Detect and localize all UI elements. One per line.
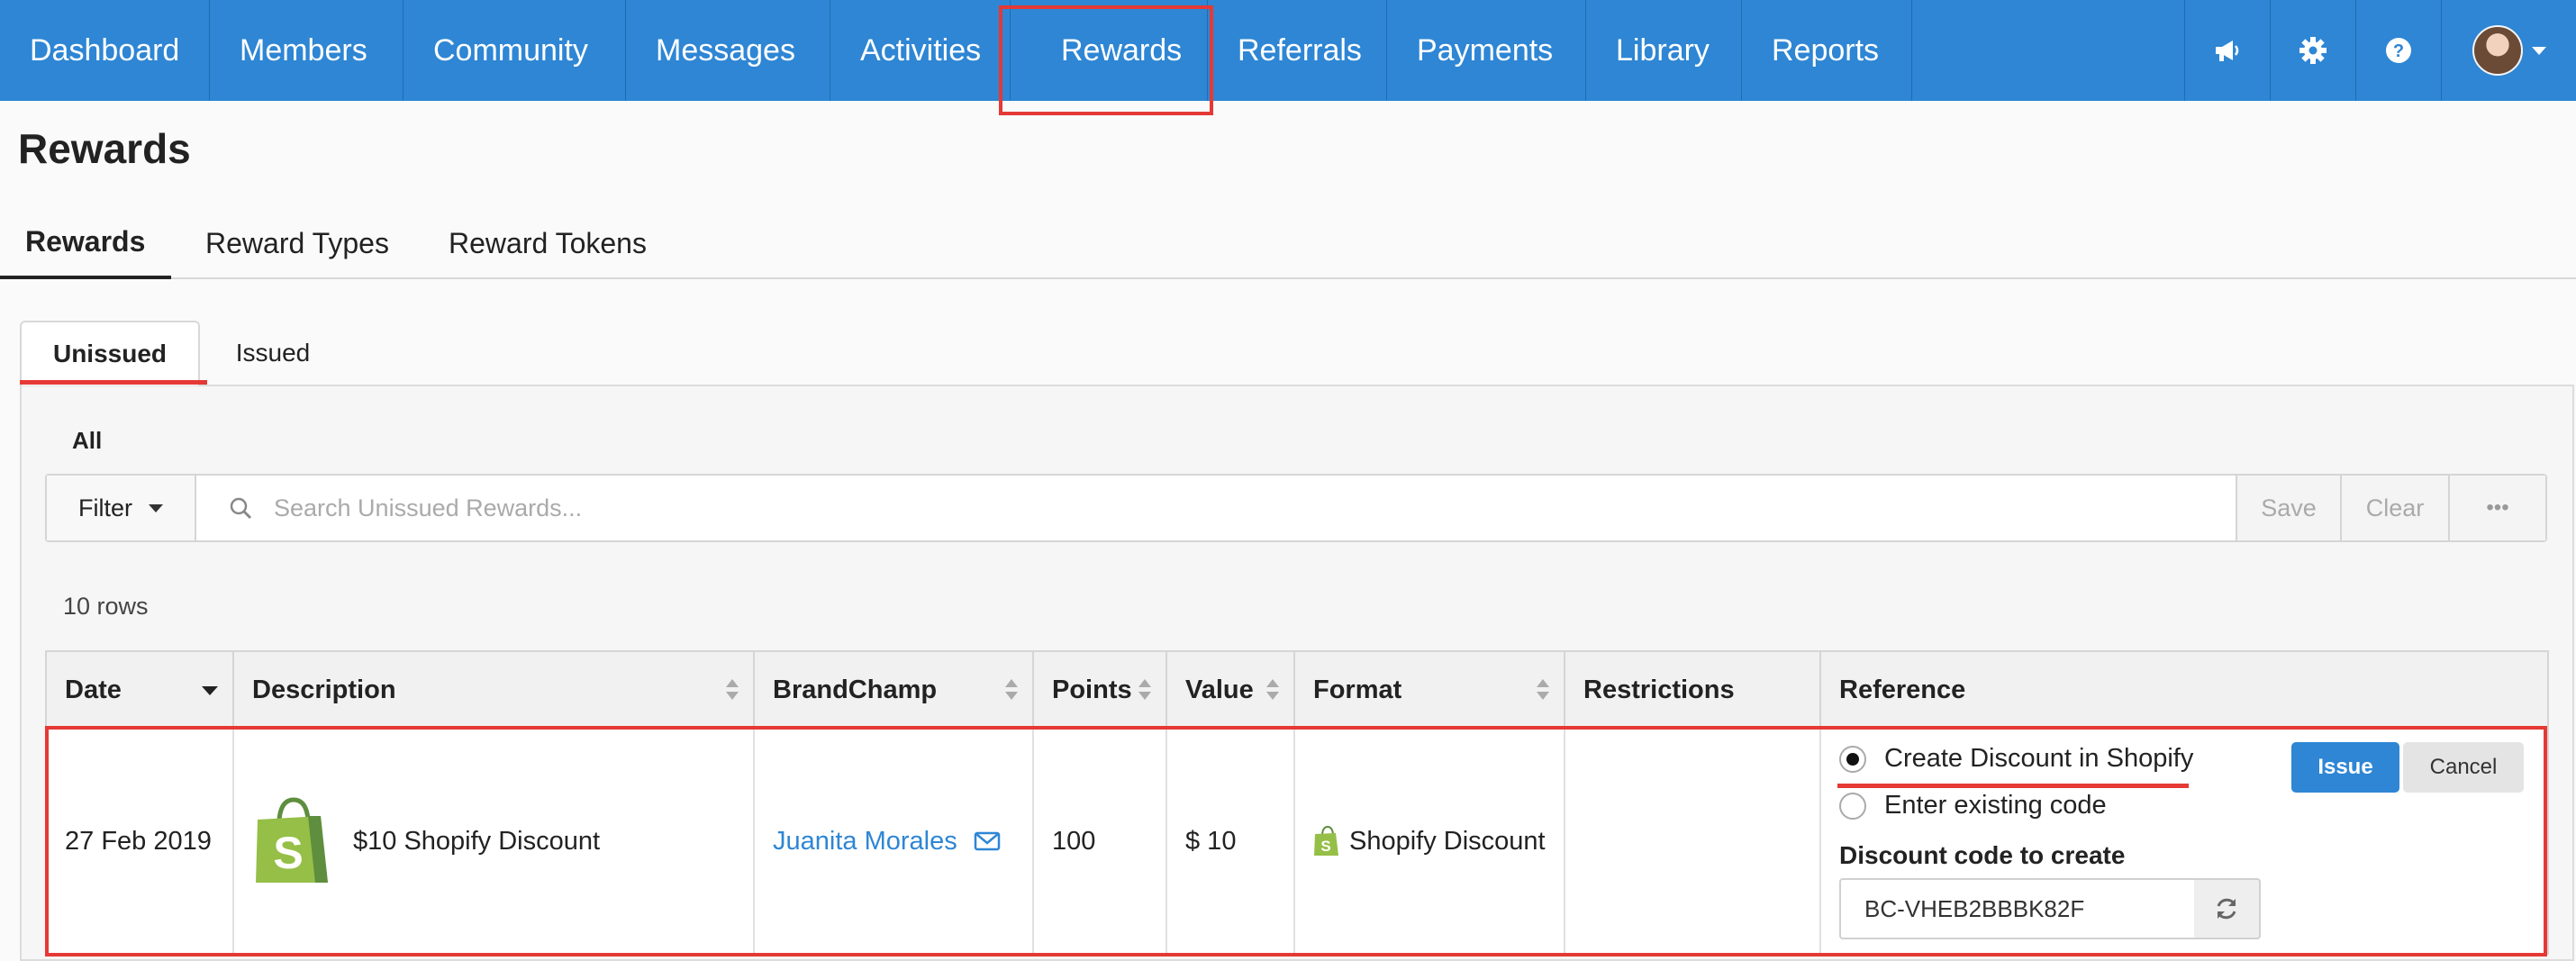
search-icon (230, 497, 252, 520)
nav-item-label: Reports (1772, 32, 1880, 68)
column-header-reference: Reference (1821, 652, 2547, 728)
nav-item-label: Library (1616, 32, 1710, 68)
filter-label: Filter (78, 494, 132, 521)
top-navigation: Dashboard Members Community Messages Act… (0, 0, 2576, 101)
sort-icon (1537, 679, 1549, 703)
column-label: BrandChamp (773, 675, 938, 704)
nav-item-label: Payments (1417, 32, 1554, 68)
column-label: Reference (1839, 675, 1966, 704)
nav-item-label: Dashboard (30, 32, 180, 68)
tab-rewards[interactable]: Rewards (0, 207, 171, 279)
column-label: Date (65, 675, 122, 704)
nav-item-label: Referrals (1238, 32, 1362, 68)
filter-bar: Filter Save Clear ••• (45, 474, 2547, 542)
more-options-button[interactable]: ••• (2448, 476, 2545, 540)
column-header-restrictions: Restrictions (1565, 652, 1821, 728)
column-label: Points (1052, 675, 1132, 704)
nav-item-label: Community (433, 32, 588, 68)
nav-item-label: Activities (860, 32, 982, 68)
column-label: Format (1313, 675, 1402, 704)
search-area (196, 476, 2236, 540)
nav-item-activities[interactable]: Activities (830, 0, 1011, 101)
sort-icon (1266, 679, 1279, 703)
save-button[interactable]: Save (2236, 476, 2340, 540)
highlight-rewards-nav (999, 5, 1213, 115)
avatar (2472, 25, 2523, 76)
column-label: Description (252, 675, 396, 704)
table-header: Date Description BrandChamp Points Value… (45, 650, 2549, 728)
chevron-down-icon (149, 503, 163, 512)
tab-issued[interactable]: Issued (216, 321, 330, 385)
sort-icon (1138, 679, 1151, 703)
column-header-date[interactable]: Date (47, 652, 234, 728)
page-title: Rewards (18, 125, 191, 172)
megaphone-icon[interactable] (2184, 0, 2270, 101)
column-header-format[interactable]: Format (1295, 652, 1565, 728)
nav-item-messages[interactable]: Messages (626, 0, 830, 101)
search-input[interactable] (274, 494, 1985, 522)
column-label: Restrictions (1583, 675, 1735, 704)
column-label: Value (1185, 675, 1254, 704)
tab-reward-tokens[interactable]: Reward Tokens (449, 207, 647, 279)
nav-item-label: Messages (656, 32, 795, 68)
user-menu[interactable] (2441, 0, 2576, 101)
column-header-points[interactable]: Points (1034, 652, 1167, 728)
nav-item-reports[interactable]: Reports (1742, 0, 1912, 101)
chevron-down-icon (2531, 46, 2546, 55)
sort-desc-icon (202, 686, 218, 695)
nav-item-label: Members (240, 32, 367, 68)
column-header-description[interactable]: Description (234, 652, 755, 728)
nav-item-dashboard[interactable]: Dashboard (0, 0, 210, 101)
nav-right-actions: ? (2184, 0, 2576, 101)
nav-item-referrals[interactable]: Referrals (1208, 0, 1387, 101)
help-icon[interactable]: ? (2355, 0, 2441, 101)
tab-reward-types[interactable]: Reward Types (205, 207, 389, 279)
filter-dropdown[interactable]: Filter (47, 476, 196, 540)
subtabs: Rewards Reward Types Reward Tokens (0, 207, 2576, 279)
nav-item-library[interactable]: Library (1586, 0, 1742, 101)
nav-item-members[interactable]: Members (210, 0, 404, 101)
tab-unissued[interactable]: Unissued (20, 321, 200, 385)
clear-button[interactable]: Clear (2340, 476, 2448, 540)
filter-group-all[interactable]: All (72, 427, 102, 455)
gear-icon[interactable] (2270, 0, 2355, 101)
nav-item-community[interactable]: Community (404, 0, 626, 101)
highlight-underline-unissued (20, 380, 207, 385)
sort-icon (1005, 679, 1018, 703)
column-header-value[interactable]: Value (1167, 652, 1295, 728)
rows-count: 10 rows (63, 593, 149, 620)
column-header-brandchamp[interactable]: BrandChamp (755, 652, 1034, 728)
highlight-row (45, 726, 2547, 956)
nav-item-payments[interactable]: Payments (1387, 0, 1586, 101)
sort-icon (726, 679, 739, 703)
svg-text:?: ? (2393, 41, 2404, 61)
